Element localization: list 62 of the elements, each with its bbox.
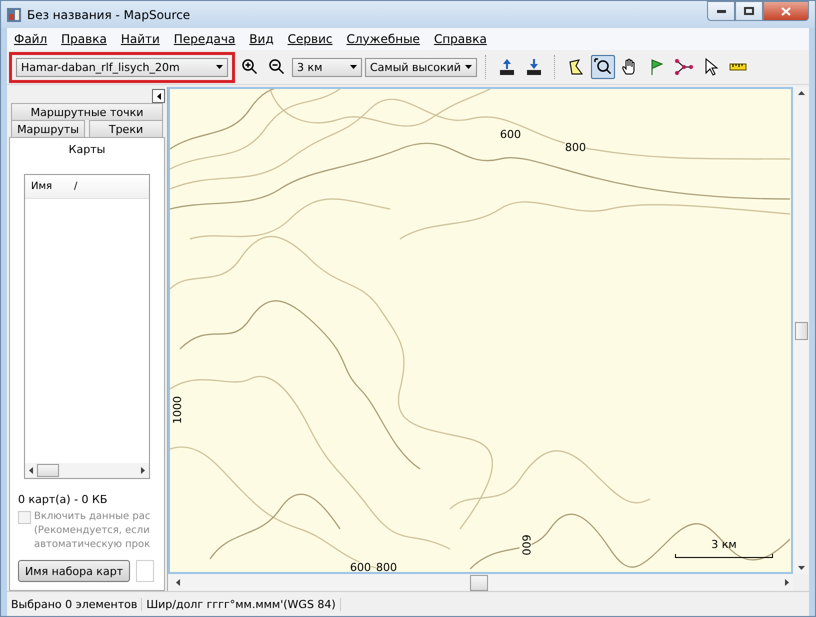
close-button[interactable] bbox=[763, 1, 809, 21]
close-icon bbox=[781, 6, 791, 16]
contour-label: 600 bbox=[350, 562, 371, 572]
map-dropdown[interactable]: Hamar-daban_rlf_lisych_20m bbox=[16, 58, 228, 76]
tab[interactable]: Маршрутные точки bbox=[11, 103, 163, 120]
dropdown-arrow-icon bbox=[350, 65, 357, 69]
dropdown-arrow-icon bbox=[216, 65, 223, 69]
menu-item[interactable]: Файл bbox=[7, 32, 54, 46]
right-arrow-icon bbox=[141, 467, 145, 474]
status-text: Шир/долг гггг°мм.ммм'(WGS 84) bbox=[142, 598, 341, 610]
left-arrow-icon bbox=[29, 467, 33, 474]
left-arrow-icon bbox=[156, 92, 160, 100]
scrollbar-thumb[interactable] bbox=[470, 574, 488, 590]
left-arrow-icon bbox=[176, 579, 180, 586]
scale-dropdown[interactable]: 3 км bbox=[292, 58, 362, 76]
collapse-button[interactable] bbox=[152, 89, 165, 103]
scrollbar-thumb[interactable] bbox=[37, 464, 59, 477]
window-title: Без названия - MapSource bbox=[27, 8, 192, 22]
upload-device-icon bbox=[498, 58, 516, 76]
status-text: Выбрано 0 элементов bbox=[7, 598, 142, 610]
detail-dropdown[interactable]: Самый высокий bbox=[365, 58, 477, 76]
tab[interactable]: Треки bbox=[89, 120, 163, 137]
contour-label: 600 bbox=[520, 534, 532, 556]
mapset-name-button[interactable]: Имя набора карт bbox=[18, 560, 130, 582]
menu-item[interactable]: Справка bbox=[426, 32, 494, 46]
route-icon bbox=[675, 58, 693, 76]
checkbox-label: Включить данные рас (Рекомендуется, если автоматическую прок bbox=[34, 510, 150, 552]
minimize-button[interactable] bbox=[707, 1, 735, 21]
maximize-button[interactable] bbox=[735, 1, 763, 21]
zoom-out-icon bbox=[268, 58, 286, 76]
menu-item[interactable]: Вид bbox=[242, 32, 281, 46]
toolbar-button[interactable] bbox=[591, 55, 615, 79]
column-header[interactable]: / bbox=[74, 181, 78, 192]
map-shape-icon bbox=[567, 58, 585, 76]
download-device-icon bbox=[525, 58, 543, 76]
color-field[interactable] bbox=[136, 560, 154, 582]
up-arrow-icon bbox=[798, 91, 804, 95]
right-arrow-icon bbox=[785, 579, 789, 586]
maximize-icon bbox=[744, 7, 754, 15]
scale-label: 3 км bbox=[711, 538, 737, 551]
minimize-icon bbox=[716, 10, 726, 12]
contour-label: 1000 bbox=[172, 396, 184, 424]
map-summary: 0 карт(а) - 0 КБ bbox=[18, 493, 108, 506]
menu-item[interactable]: Правка bbox=[54, 32, 114, 46]
topographic-map[interactable]: 600 800 1000 600 600 800 3 км bbox=[168, 87, 793, 574]
tab[interactable]: Карты bbox=[9, 137, 165, 164]
menu-item[interactable]: Служебные bbox=[339, 32, 427, 46]
menu-item[interactable]: Сервис bbox=[280, 32, 340, 46]
zoom-in-icon bbox=[241, 58, 259, 76]
horizontal-scrollbar[interactable] bbox=[25, 463, 149, 478]
menu-item[interactable]: Найти bbox=[114, 32, 167, 46]
scrollbar-thumb[interactable] bbox=[794, 322, 808, 340]
contour-label: 800 bbox=[376, 562, 397, 572]
zoom-tool-icon bbox=[594, 58, 612, 76]
tab[interactable]: Маршруты bbox=[11, 120, 85, 137]
contour-label: 600 bbox=[500, 129, 521, 141]
contour-label: 800 bbox=[565, 142, 586, 154]
column-header[interactable]: Имя bbox=[31, 181, 52, 192]
down-arrow-icon bbox=[798, 566, 804, 570]
menu-item[interactable]: Передача bbox=[166, 32, 242, 46]
dropdown-arrow-icon bbox=[465, 65, 472, 69]
app-icon bbox=[7, 8, 21, 22]
